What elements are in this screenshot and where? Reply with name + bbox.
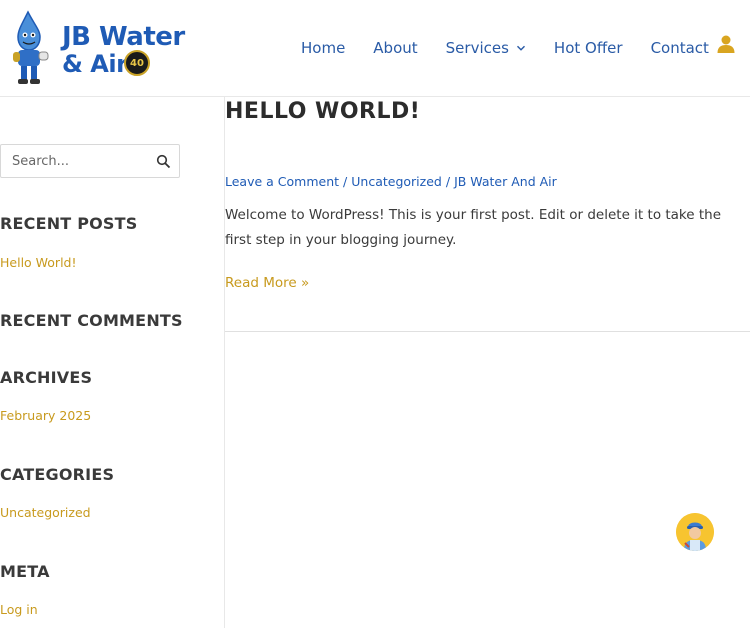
post-divider <box>225 331 750 332</box>
sidebar: RECENT POSTS Hello World! RECENT COMMENT… <box>0 97 225 628</box>
chat-widget-button[interactable] <box>676 513 714 551</box>
post-author-link[interactable]: JB Water And Air <box>454 174 557 189</box>
support-agent-icon <box>676 513 714 551</box>
nav-home[interactable]: Home <box>301 39 345 57</box>
site-logo[interactable]: JB Water & Air 40 <box>12 10 185 86</box>
leave-comment-link[interactable]: Leave a Comment <box>225 174 339 189</box>
search-icon[interactable] <box>156 154 171 169</box>
recent-posts-title: RECENT POSTS <box>0 214 138 233</box>
archive-link[interactable]: February 2025 <box>0 408 91 423</box>
logo-text-line2: & Air <box>62 50 128 78</box>
post-title[interactable]: HELLO WORLD! <box>225 99 420 124</box>
nav-hot-offer[interactable]: Hot Offer <box>554 39 623 57</box>
login-link[interactable]: Log in <box>0 602 38 617</box>
archives-title: ARCHIVES <box>0 368 93 387</box>
nav-contact[interactable]: Contact <box>651 39 709 57</box>
nav-services-label: Services <box>445 39 509 57</box>
post-meta: Leave a Comment / Uncategorized / JB Water A… <box>225 174 557 189</box>
recent-comments-title: RECENT COMMENTS <box>0 311 183 330</box>
search-input[interactable] <box>1 145 151 177</box>
meta-separator: / <box>343 174 348 189</box>
water-drop-mascot-icon <box>13 10 49 84</box>
user-icon[interactable] <box>716 34 736 54</box>
anniversary-badge: 40 <box>124 50 150 76</box>
logo-text-line1: JB Water <box>62 22 185 52</box>
post-category-link[interactable]: Uncategorized <box>351 174 442 189</box>
read-more-link[interactable]: Read More » <box>225 275 309 291</box>
main-navigation: Home About Services Hot Offer Contact <box>301 36 709 60</box>
meta-title: META <box>0 562 50 581</box>
nav-about[interactable]: About <box>373 39 417 57</box>
nav-services[interactable]: Services <box>446 39 526 57</box>
chevron-down-icon[interactable] <box>516 43 526 53</box>
post-excerpt: Welcome to WordPress! This is your first… <box>225 207 722 248</box>
search-form <box>0 144 180 178</box>
meta-separator: / <box>445 174 451 189</box>
recent-post-link[interactable]: Hello World! <box>0 255 77 270</box>
site-header: JB Water & Air 40 Home About Services Ho… <box>0 0 750 97</box>
categories-title: CATEGORIES <box>0 465 115 484</box>
category-link[interactable]: Uncategorized <box>0 505 91 520</box>
